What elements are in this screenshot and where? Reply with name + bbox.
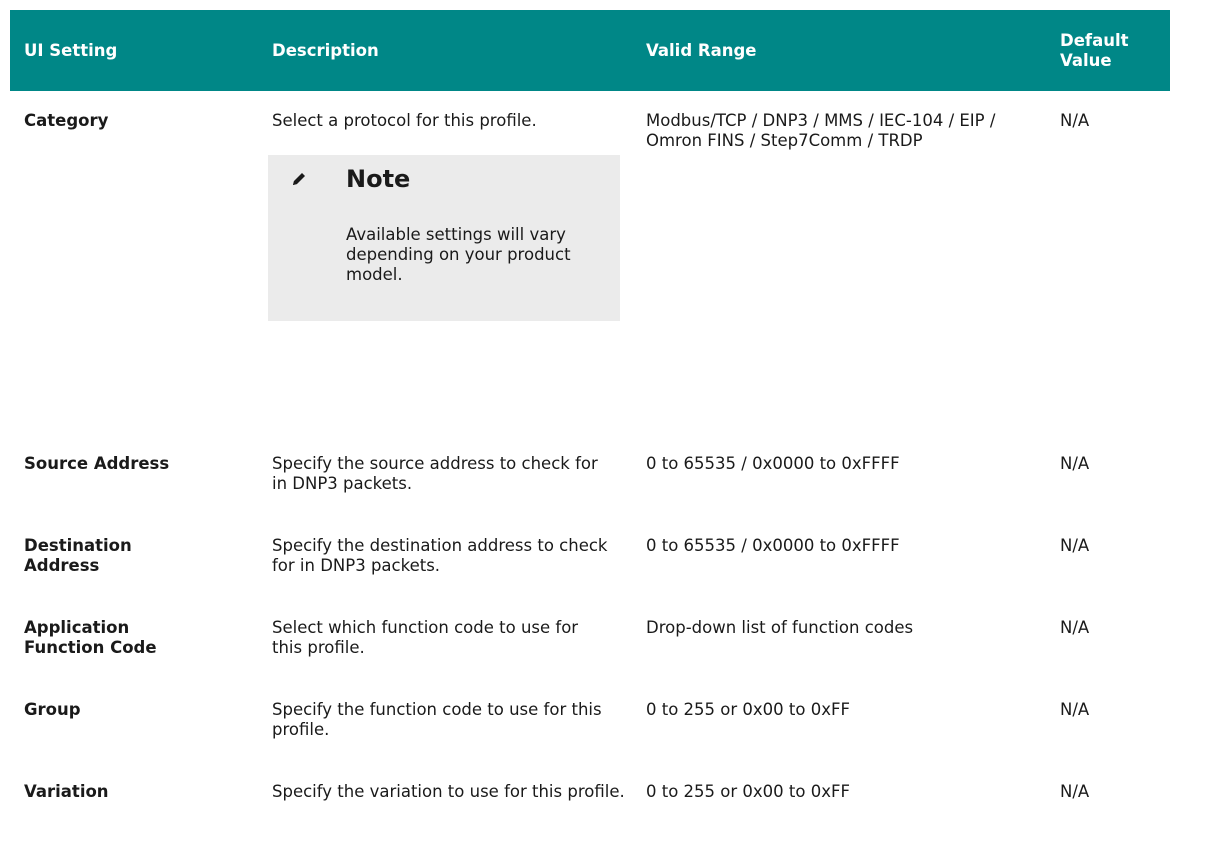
description-cell: Select a protocol for this profile. Note…	[268, 111, 646, 321]
valid-range: Modbus/TCP / DNP3 / MMS / IEC-104 / EIP …	[646, 111, 1060, 151]
description-cell: Specify the variation to use for this pr…	[272, 782, 646, 802]
table-row: Application Function Code Select which f…	[10, 618, 1170, 700]
table-header: UI Setting Description Valid Range Defau…	[10, 10, 1170, 91]
setting-name: Group	[24, 700, 81, 719]
valid-range: Drop-down list of function codes	[646, 618, 914, 637]
note-body: Available settings will vary depending o…	[346, 225, 571, 284]
valid-range: 0 to 65535 / 0x0000 to 0xFFFF	[646, 454, 900, 473]
settings-table: UI Setting Description Valid Range Defau…	[10, 10, 1170, 842]
header-description: Description	[272, 41, 379, 60]
header-valid-range: Valid Range	[646, 41, 757, 60]
default-value: N/A	[1060, 700, 1090, 719]
header-default-value: Default Value	[1060, 30, 1129, 70]
valid-range: 0 to 65535 / 0x0000 to 0xFFFF	[646, 536, 900, 555]
description-text: Select a protocol for this profile.	[272, 111, 537, 130]
setting-name: Variation	[24, 782, 109, 801]
table-row: Destination Address Specify the destinat…	[10, 536, 1170, 618]
note-header: Note	[268, 161, 620, 197]
default-value: N/A	[1060, 111, 1090, 130]
valid-range: 0 to 255 or 0x00 to 0xFF	[646, 782, 850, 801]
setting-name: Category	[24, 111, 109, 130]
default-value: N/A	[1060, 782, 1090, 801]
table-row: Group Specify the function code to use f…	[10, 700, 1170, 782]
note-box: Note Available settings will vary depend…	[268, 155, 620, 321]
description-text: Specify the function code to use for thi…	[272, 700, 602, 739]
table-row: Category Select a protocol for this prof…	[10, 91, 1170, 454]
table-row: Source Address Specify the source addres…	[10, 454, 1170, 536]
description-cell: Select which function code to use for th…	[272, 618, 646, 658]
pencil-icon	[290, 170, 308, 188]
default-value: N/A	[1060, 618, 1090, 637]
description-text: Specify the source address to check for …	[272, 454, 598, 493]
description-text: Select which function code to use for th…	[272, 618, 579, 657]
setting-name-text: Destination Address	[24, 536, 132, 575]
default-value: N/A	[1060, 536, 1090, 555]
setting-name: Source Address	[24, 454, 170, 473]
table-row: Variation Specify the variation to use f…	[10, 782, 1170, 842]
setting-name: Application Function Code	[10, 618, 272, 658]
description-cell: Specify the destination address to check…	[272, 536, 646, 576]
description-cell: Specify the source address to check for …	[272, 454, 646, 494]
setting-name-text: Application Function Code	[24, 618, 157, 657]
description-text: Specify the destination address to check…	[272, 536, 608, 575]
valid-range-text: Modbus/TCP / DNP3 / MMS / IEC-104 / EIP …	[646, 111, 996, 150]
setting-name: Destination Address	[10, 536, 272, 576]
description-cell: Specify the function code to use for thi…	[272, 700, 646, 740]
note-title: Note	[346, 165, 411, 193]
description-text: Specify the variation to use for this pr…	[272, 782, 625, 801]
valid-range: 0 to 255 or 0x00 to 0xFF	[646, 700, 850, 719]
header-ui-setting: UI Setting	[24, 41, 118, 60]
default-value: N/A	[1060, 454, 1090, 473]
